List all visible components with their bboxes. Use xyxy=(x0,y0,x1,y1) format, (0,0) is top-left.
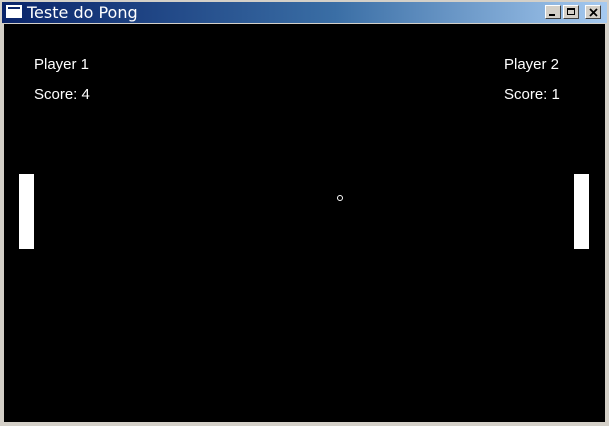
close-button[interactable] xyxy=(585,5,601,19)
game-window: Teste do Pong Player 1 Score: 4 Player 2… xyxy=(0,0,609,426)
minimize-icon xyxy=(549,14,555,16)
close-icon xyxy=(589,8,598,17)
player2-score: Score: 1 xyxy=(504,86,560,103)
game-canvas[interactable]: Player 1 Score: 4 Player 2 Score: 1 xyxy=(4,24,605,422)
window-title: Teste do Pong xyxy=(27,3,138,22)
player1-name: Player 1 xyxy=(34,56,90,73)
window-app-icon[interactable] xyxy=(6,5,22,18)
player2-paddle xyxy=(574,174,589,249)
title-bar[interactable]: Teste do Pong xyxy=(2,2,607,23)
minimize-button[interactable] xyxy=(545,5,561,19)
player1-paddle xyxy=(19,174,34,249)
maximize-button[interactable] xyxy=(563,5,579,19)
player2-name: Player 2 xyxy=(504,56,560,73)
maximize-icon xyxy=(567,8,575,15)
player1-score: Score: 4 xyxy=(34,86,90,103)
ball xyxy=(337,195,343,201)
